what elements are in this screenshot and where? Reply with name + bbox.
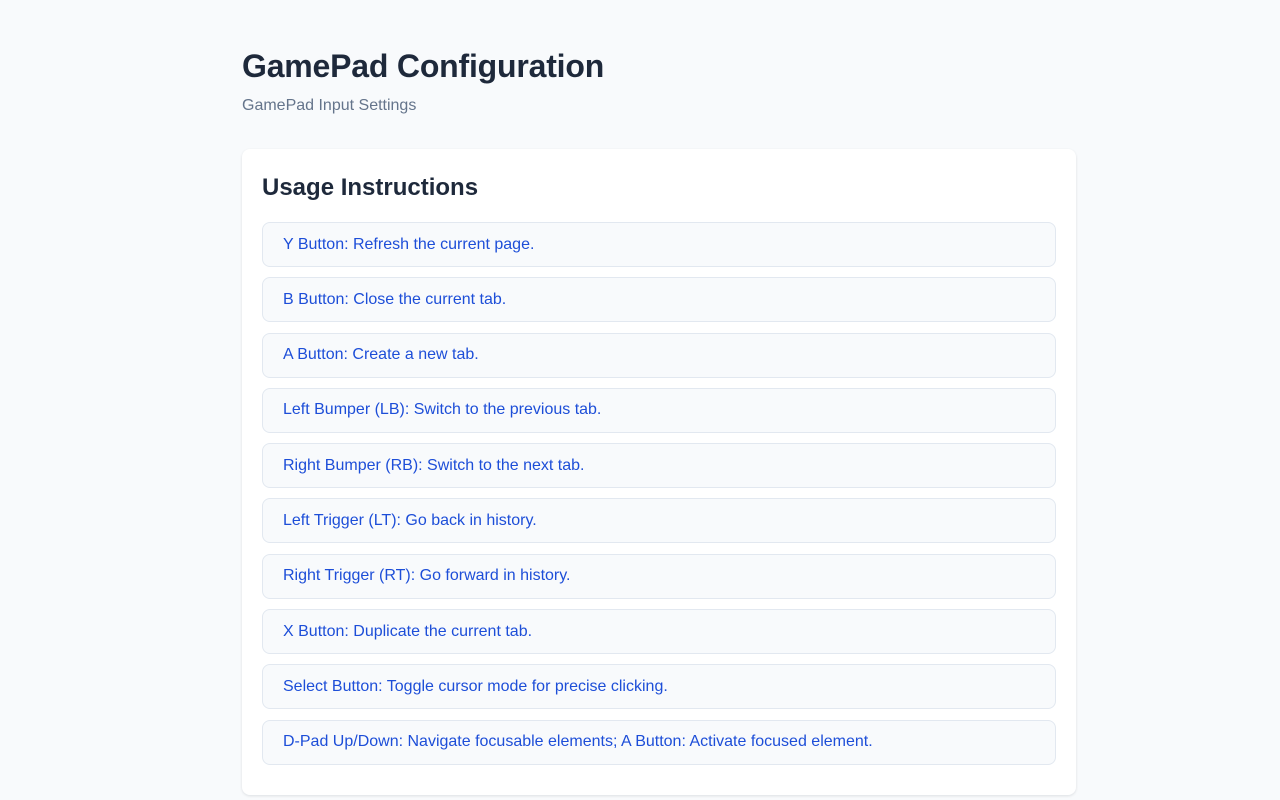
instruction-text: Y Button: Refresh the current page. [283, 235, 535, 253]
instruction-item-x-button[interactable]: X Button: Duplicate the current tab. [262, 609, 1056, 655]
instruction-text: Left Trigger (LT): Go back in history. [283, 511, 537, 529]
instruction-item-left-trigger[interactable]: Left Trigger (LT): Go back in history. [262, 498, 1056, 544]
instruction-item-select-button[interactable]: Select Button: Toggle cursor mode for pr… [262, 664, 1056, 710]
usage-instructions-card: Usage Instructions Y Button: Refresh the… [242, 149, 1076, 795]
instruction-list: Y Button: Refresh the current page. B Bu… [262, 222, 1056, 775]
instruction-text: B Button: Close the current tab. [283, 290, 507, 308]
page-subtitle: GamePad Input Settings [242, 97, 417, 114]
instruction-item-a-button[interactable]: A Button: Create a new tab. [262, 332, 1056, 378]
instruction-item-b-button[interactable]: B Button: Close the current tab. [262, 277, 1056, 323]
instruction-text: D-Pad Up/Down: Navigate focusable elemen… [283, 733, 873, 751]
usage-instructions-title: Usage Instructions [262, 174, 479, 201]
instruction-text: A Button: Create a new tab. [283, 346, 479, 364]
instruction-item-y-button[interactable]: Y Button: Refresh the current page. [262, 222, 1056, 267]
instruction-item-right-trigger[interactable]: Right Trigger (RT): Go forward in histor… [262, 553, 1056, 599]
instruction-text: X Button: Duplicate the current tab. [283, 622, 533, 640]
instruction-item-left-bumper[interactable]: Left Bumper (LB): Switch to the previous… [262, 387, 1056, 433]
instruction-text: Right Trigger (RT): Go forward in histor… [283, 567, 571, 585]
instruction-item-right-bumper[interactable]: Right Bumper (RB): Switch to the next ta… [262, 443, 1056, 489]
instruction-item-dpad[interactable]: D-Pad Up/Down: Navigate focusable elemen… [262, 719, 1056, 765]
instruction-text: Select Button: Toggle cursor mode for pr… [283, 677, 668, 695]
instruction-text: Right Bumper (RB): Switch to the next ta… [283, 456, 585, 474]
instruction-text: Left Bumper (LB): Switch to the previous… [283, 401, 602, 419]
page-title: GamePad Configuration [242, 48, 605, 84]
